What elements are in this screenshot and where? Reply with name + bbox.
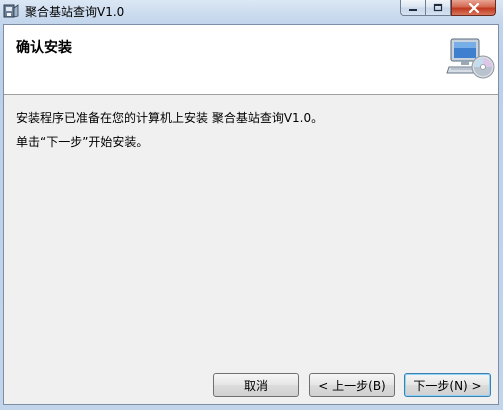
window-title: 聚合基站查询V1.0 <box>25 5 125 19</box>
minimize-icon <box>409 8 417 11</box>
dialog-client-area: 确认安装 安装程序已准备在您的计算机上安装 聚合基站查询V1.0。 单击“下一步… <box>3 24 499 405</box>
maximize-icon <box>433 3 443 12</box>
minimize-button[interactable] <box>400 0 426 16</box>
close-icon <box>468 2 479 13</box>
title-bar[interactable]: 聚合基站查询V1.0 <box>0 0 503 22</box>
installer-window: 聚合基站查询V1.0 确认安装 安装程序已准备在您的计算机上安装 聚合基站查询V… <box>0 0 503 410</box>
computer-cd-icon <box>446 38 495 79</box>
back-button[interactable]: < 上一步(B) <box>309 373 395 397</box>
close-button[interactable] <box>451 0 496 16</box>
instruction-text: 单击“下一步”开始安装。 <box>16 135 149 149</box>
installer-app-icon <box>3 4 19 18</box>
page-title: 确认安装 <box>16 40 72 56</box>
cancel-button[interactable]: 取消 <box>213 373 299 397</box>
maximize-button[interactable] <box>426 0 451 16</box>
next-button[interactable]: 下一步(N) > <box>404 373 491 397</box>
install-ready-text: 安装程序已准备在您的计算机上安装 聚合基站查询V1.0。 <box>16 111 324 125</box>
header-panel: 确认安装 <box>4 25 498 95</box>
